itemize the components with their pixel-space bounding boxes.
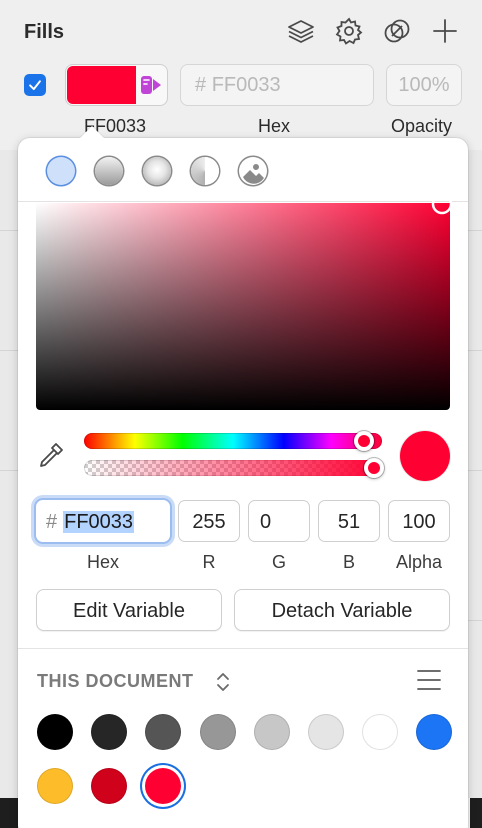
solid-fill-mode-button[interactable] (47, 157, 75, 185)
eyedropper-icon[interactable] (36, 440, 66, 470)
fill-opacity-field[interactable]: 100% (386, 64, 462, 106)
document-color-swatch[interactable] (199, 714, 236, 750)
document-colors-title[interactable]: THIS DOCUMENT (37, 671, 194, 692)
checkmark-icon (29, 80, 41, 91)
red-input[interactable]: 255 (178, 500, 240, 542)
background-panel-edge-left (0, 150, 18, 798)
blue-input[interactable]: 51 (318, 500, 380, 542)
hue-slider[interactable] (84, 433, 382, 449)
alpha-label: Alpha (395, 552, 443, 572)
edit-variable-button[interactable]: Edit Variable (36, 589, 222, 631)
fill-hex-label: Hex (258, 116, 291, 136)
radial-gradient-mode-button[interactable] (143, 157, 171, 185)
fill-color-swatch[interactable] (67, 66, 136, 104)
fill-enabled-checkbox[interactable] (24, 74, 46, 96)
divider (18, 648, 468, 649)
fill-opacity-label: Opacity (391, 116, 453, 136)
plus-icon[interactable] (430, 16, 460, 46)
overlap-circles-icon[interactable] (382, 16, 412, 46)
green-value: 0 (260, 511, 272, 533)
hex-input-value: FF0033 (63, 511, 135, 533)
menu-icon[interactable] (415, 667, 443, 693)
current-color-swatch (400, 431, 450, 481)
angular-gradient-mode-button[interactable] (191, 157, 219, 185)
blue-value: 51 (337, 511, 361, 533)
alpha-value: 100 (402, 511, 436, 533)
hex-label: Hex (86, 552, 119, 572)
green-input[interactable]: 0 (248, 500, 310, 542)
red-value: 255 (192, 511, 226, 533)
document-color-swatch[interactable] (91, 714, 128, 750)
image-icon (243, 164, 264, 184)
image-fill-mode-button[interactable] (239, 157, 267, 185)
hex-prefix: # (46, 511, 58, 533)
linear-gradient-mode-button[interactable] (95, 157, 123, 185)
document-color-swatch[interactable] (91, 768, 128, 804)
gear-icon[interactable] (334, 16, 364, 46)
green-label: G (271, 552, 286, 572)
background-panel-edge-right (468, 150, 482, 798)
fill-opacity-value: 100% (398, 74, 450, 96)
divider (18, 201, 468, 202)
document-color-swatch[interactable] (308, 714, 344, 750)
document-color-swatch[interactable] (37, 714, 73, 750)
chevron-up-down-icon[interactable] (214, 670, 232, 694)
saturation-brightness-field[interactable] (36, 203, 450, 410)
hex-prefix: # (195, 74, 207, 96)
alpha-slider-handle[interactable] (364, 458, 384, 478)
fill-hex-value: FF0033 (211, 74, 281, 96)
detach-variable-button[interactable]: Detach Variable (234, 589, 450, 631)
color-cursor-handle[interactable] (430, 192, 454, 216)
fill-hex-field[interactable]: # FF0033 (180, 64, 374, 106)
alpha-input[interactable]: 100 (388, 500, 450, 542)
document-color-swatch[interactable] (253, 714, 290, 750)
alpha-slider[interactable] (84, 460, 382, 476)
fills-title: Fills (24, 21, 65, 43)
red-label: R (202, 552, 216, 572)
layers-icon[interactable] (286, 16, 316, 46)
color-variable-icon[interactable] (140, 75, 162, 95)
blue-label: B (342, 552, 355, 572)
fill-color-well[interactable] (65, 64, 168, 106)
document-color-swatch[interactable] (37, 768, 73, 804)
popover-arrow (80, 126, 104, 138)
document-color-swatch[interactable] (362, 714, 399, 750)
hex-input[interactable]: # FF0033 (34, 498, 172, 544)
